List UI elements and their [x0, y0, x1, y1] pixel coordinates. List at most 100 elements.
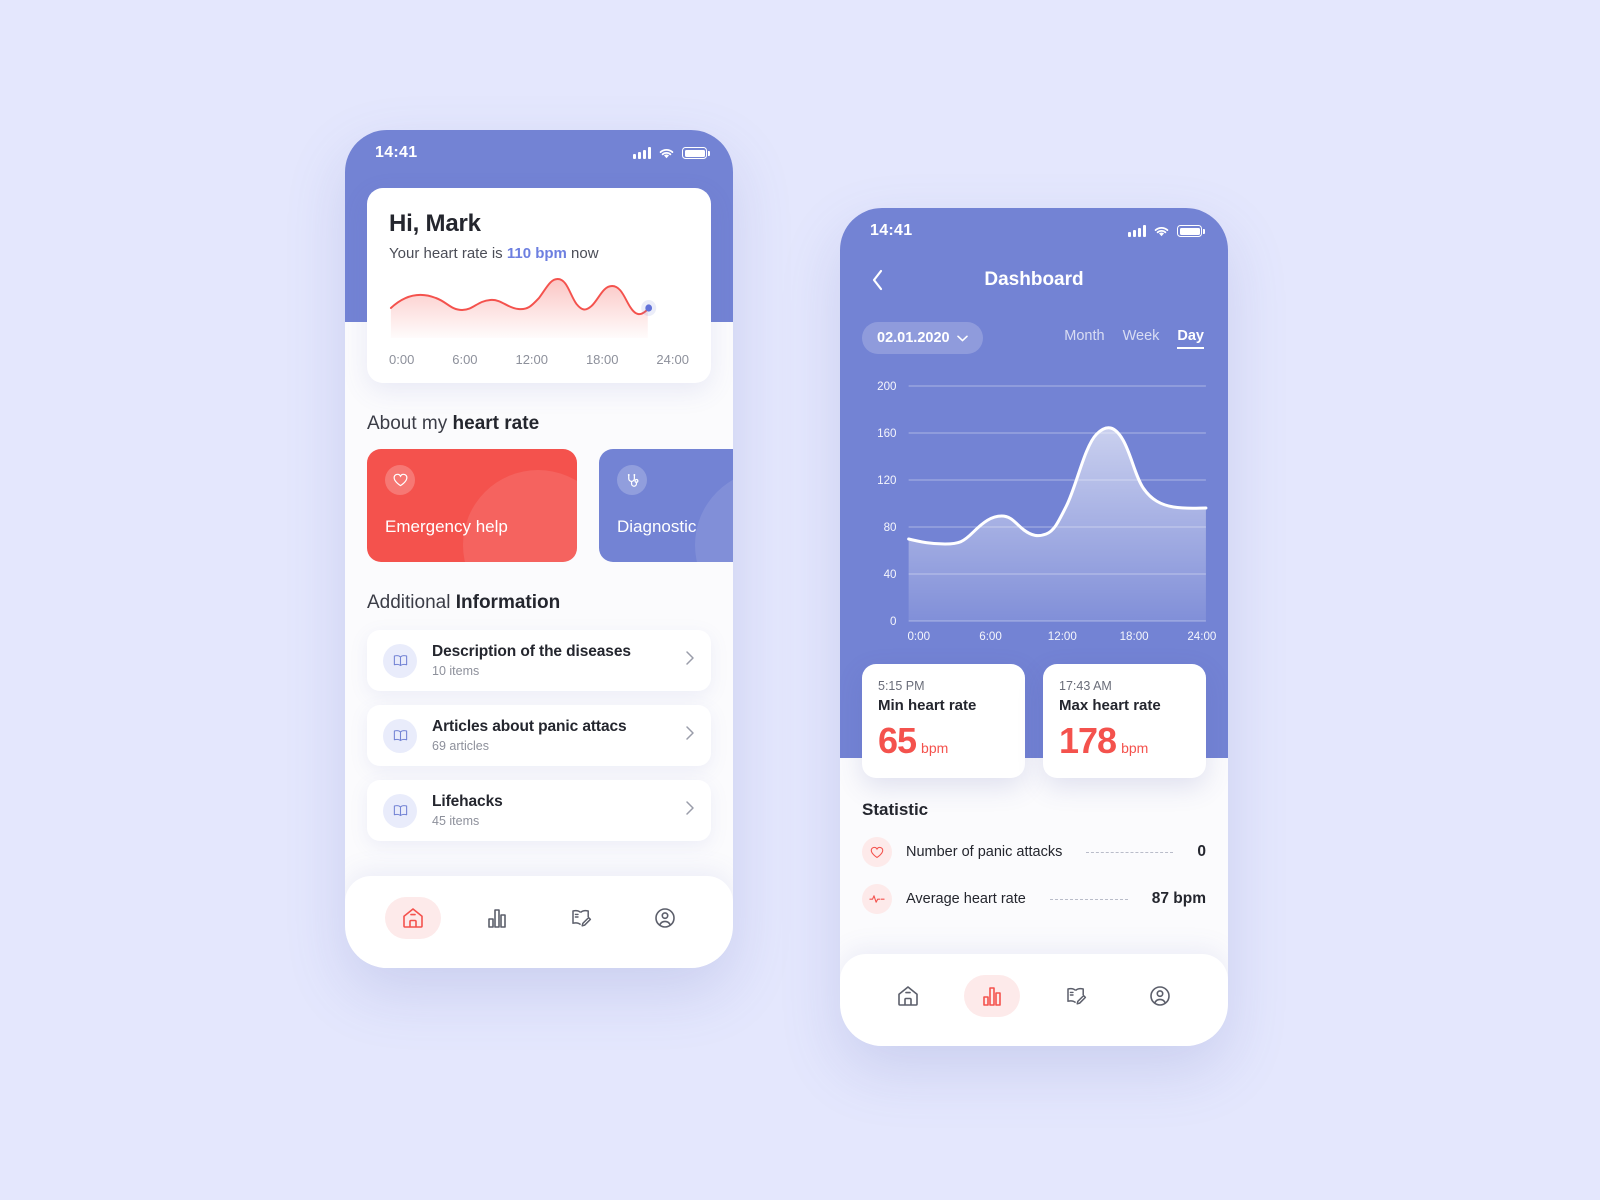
heart-rate-day-chart: 200 160 120 80 40 0 0:00 6:00 12:00 18:0… — [840, 374, 1228, 643]
page-title: Dashboard — [984, 269, 1084, 290]
list-item-text: Lifehacks 45 items — [432, 793, 670, 828]
list-item[interactable]: Lifehacks 45 items — [367, 780, 711, 841]
min-card-unit: bpm — [921, 740, 949, 756]
x-tick: 0:00 — [389, 352, 415, 367]
max-card-label: Max heart rate — [1059, 697, 1161, 714]
diagnostic-card[interactable]: Diagnostic — [599, 449, 733, 562]
list-item[interactable]: Description of the diseases 10 items — [367, 630, 711, 691]
tab-profile[interactable] — [1132, 975, 1188, 1017]
information-list: Description of the diseases 10 items Art… — [367, 630, 711, 841]
tab-statistics[interactable] — [469, 897, 525, 939]
date-picker[interactable]: 02.01.2020 — [862, 322, 983, 354]
min-card-value-row: 65 bpm — [878, 720, 1009, 762]
statistic-row: Number of panic attacks 0 — [862, 837, 1206, 867]
pulse-icon — [862, 884, 892, 914]
tab-home[interactable] — [880, 975, 936, 1017]
decor-blob — [695, 470, 733, 562]
date-and-range-controls: 02.01.2020 Month Week Day — [840, 306, 1228, 354]
status-bar-home: 14:41 — [345, 130, 733, 176]
wifi-icon — [659, 148, 674, 158]
bottom-navigation-home — [345, 876, 733, 968]
tab-journal[interactable] — [553, 897, 609, 939]
heart-rate-hero-card: Hi, Mark Your heart rate is 110 bpm now — [367, 188, 711, 383]
svg-text:6:00: 6:00 — [979, 631, 1002, 643]
x-tick: 18:00 — [585, 352, 619, 367]
book-icon — [383, 793, 417, 828]
mini-heart-rate-chart — [389, 278, 689, 340]
svg-text:0:00: 0:00 — [907, 631, 930, 643]
statistic-row-label: Number of panic attacks — [906, 844, 1063, 860]
diagnostic-label: Diagnostic — [617, 517, 697, 536]
svg-text:0: 0 — [890, 616, 896, 628]
list-item-text: Articles about panic attacs 69 articles — [432, 718, 670, 753]
chevron-right-icon[interactable] — [685, 650, 695, 671]
section-title-heart-rate: About my heart rate — [367, 413, 733, 435]
max-card-unit: bpm — [1121, 740, 1149, 756]
mini-chart-x-axis: 0:00 6:00 12:00 18:00 24:00 — [389, 352, 689, 367]
cellular-bars-icon — [633, 147, 651, 159]
min-card-time: 5:15 PM — [878, 679, 925, 693]
range-week[interactable]: Week — [1123, 328, 1160, 349]
emergency-help-card[interactable]: Emergency help — [367, 449, 577, 562]
status-time: 14:41 — [870, 222, 913, 239]
tab-journal[interactable] — [1048, 975, 1104, 1017]
current-bpm-value: 110 bpm — [506, 245, 567, 262]
chart-x-axis-labels: 0:00 6:00 12:00 18:00 24:00 — [907, 631, 1216, 643]
svg-text:80: 80 — [884, 522, 897, 534]
status-bar-dashboard: 14:41 — [840, 208, 1228, 254]
chevron-down-icon — [956, 335, 968, 341]
min-card-value: 65 — [878, 720, 917, 761]
min-heart-rate-card: 5:15 PM Min heart rate 65 bpm — [862, 664, 1025, 778]
subtitle-prefix: Your heart rate is — [389, 245, 507, 262]
current-point-dot — [645, 304, 653, 312]
phone-home-screen: 14:41 Hi, Mark Your heart rate is 110 bp… — [345, 130, 733, 968]
tab-profile[interactable] — [637, 897, 693, 939]
dotted-leader — [1049, 898, 1128, 900]
list-item[interactable]: Articles about panic attacs 69 articles — [367, 705, 711, 766]
action-cards-row: Emergency help Diagnostic — [367, 449, 733, 562]
min-card-label: Min heart rate — [878, 697, 977, 714]
max-card-value: 178 — [1059, 720, 1117, 761]
back-button[interactable] — [864, 267, 890, 293]
date-picker-value: 02.01.2020 — [877, 330, 950, 346]
list-item-title: Articles about panic attacs — [432, 718, 627, 735]
range-month[interactable]: Month — [1064, 328, 1104, 349]
dashboard-navbar: Dashboard — [840, 254, 1228, 306]
statistic-row-label: Average heart rate — [906, 891, 1026, 907]
statistic-title: Statistic — [862, 800, 929, 819]
section-prefix: Additional — [367, 592, 456, 613]
battery-icon — [682, 147, 710, 159]
decor-blob — [463, 470, 577, 562]
dotted-leader — [1086, 851, 1174, 853]
heart-rate-subtitle: Your heart rate is 110 bpm now — [389, 245, 689, 262]
phone-dashboard-screen: 14:41 Dashboard 02.01.2020 Month Week Da… — [840, 208, 1228, 1046]
heart-icon — [385, 465, 415, 495]
heart-icon — [862, 837, 892, 867]
bottom-navigation-dashboard — [840, 954, 1228, 1046]
range-segmented-control: Month Week Day — [1064, 328, 1204, 349]
list-item-subtitle: 69 articles — [432, 739, 489, 753]
statistic-row-value: 0 — [1197, 843, 1206, 860]
book-icon — [383, 643, 417, 678]
tab-home[interactable] — [385, 897, 441, 939]
x-tick: 12:00 — [515, 352, 549, 367]
canvas: 14:41 Hi, Mark Your heart rate is 110 bp… — [0, 0, 1600, 1200]
wifi-icon — [1154, 226, 1169, 236]
section-bold: Information — [455, 592, 561, 613]
greeting-title: Hi, Mark — [389, 210, 481, 237]
statistic-section: Statistic Number of panic attacks 0 Aver… — [862, 800, 1206, 914]
status-icons — [1128, 225, 1205, 238]
subtitle-suffix: now — [566, 245, 599, 262]
range-day[interactable]: Day — [1177, 328, 1204, 349]
svg-text:160: 160 — [877, 428, 896, 440]
book-icon — [383, 718, 417, 753]
svg-text:40: 40 — [884, 569, 897, 581]
battery-icon — [1177, 225, 1205, 237]
tab-statistics[interactable] — [964, 975, 1020, 1017]
svg-text:18:00: 18:00 — [1120, 631, 1149, 643]
min-max-cards: 5:15 PM Min heart rate 65 bpm 17:43 AM M… — [862, 664, 1206, 778]
chevron-right-icon[interactable] — [685, 800, 695, 821]
chart-y-axis-labels: 200 160 120 80 40 0 — [877, 381, 896, 628]
chevron-right-icon[interactable] — [685, 725, 695, 746]
statistic-row: Average heart rate 87 bpm — [862, 884, 1206, 914]
